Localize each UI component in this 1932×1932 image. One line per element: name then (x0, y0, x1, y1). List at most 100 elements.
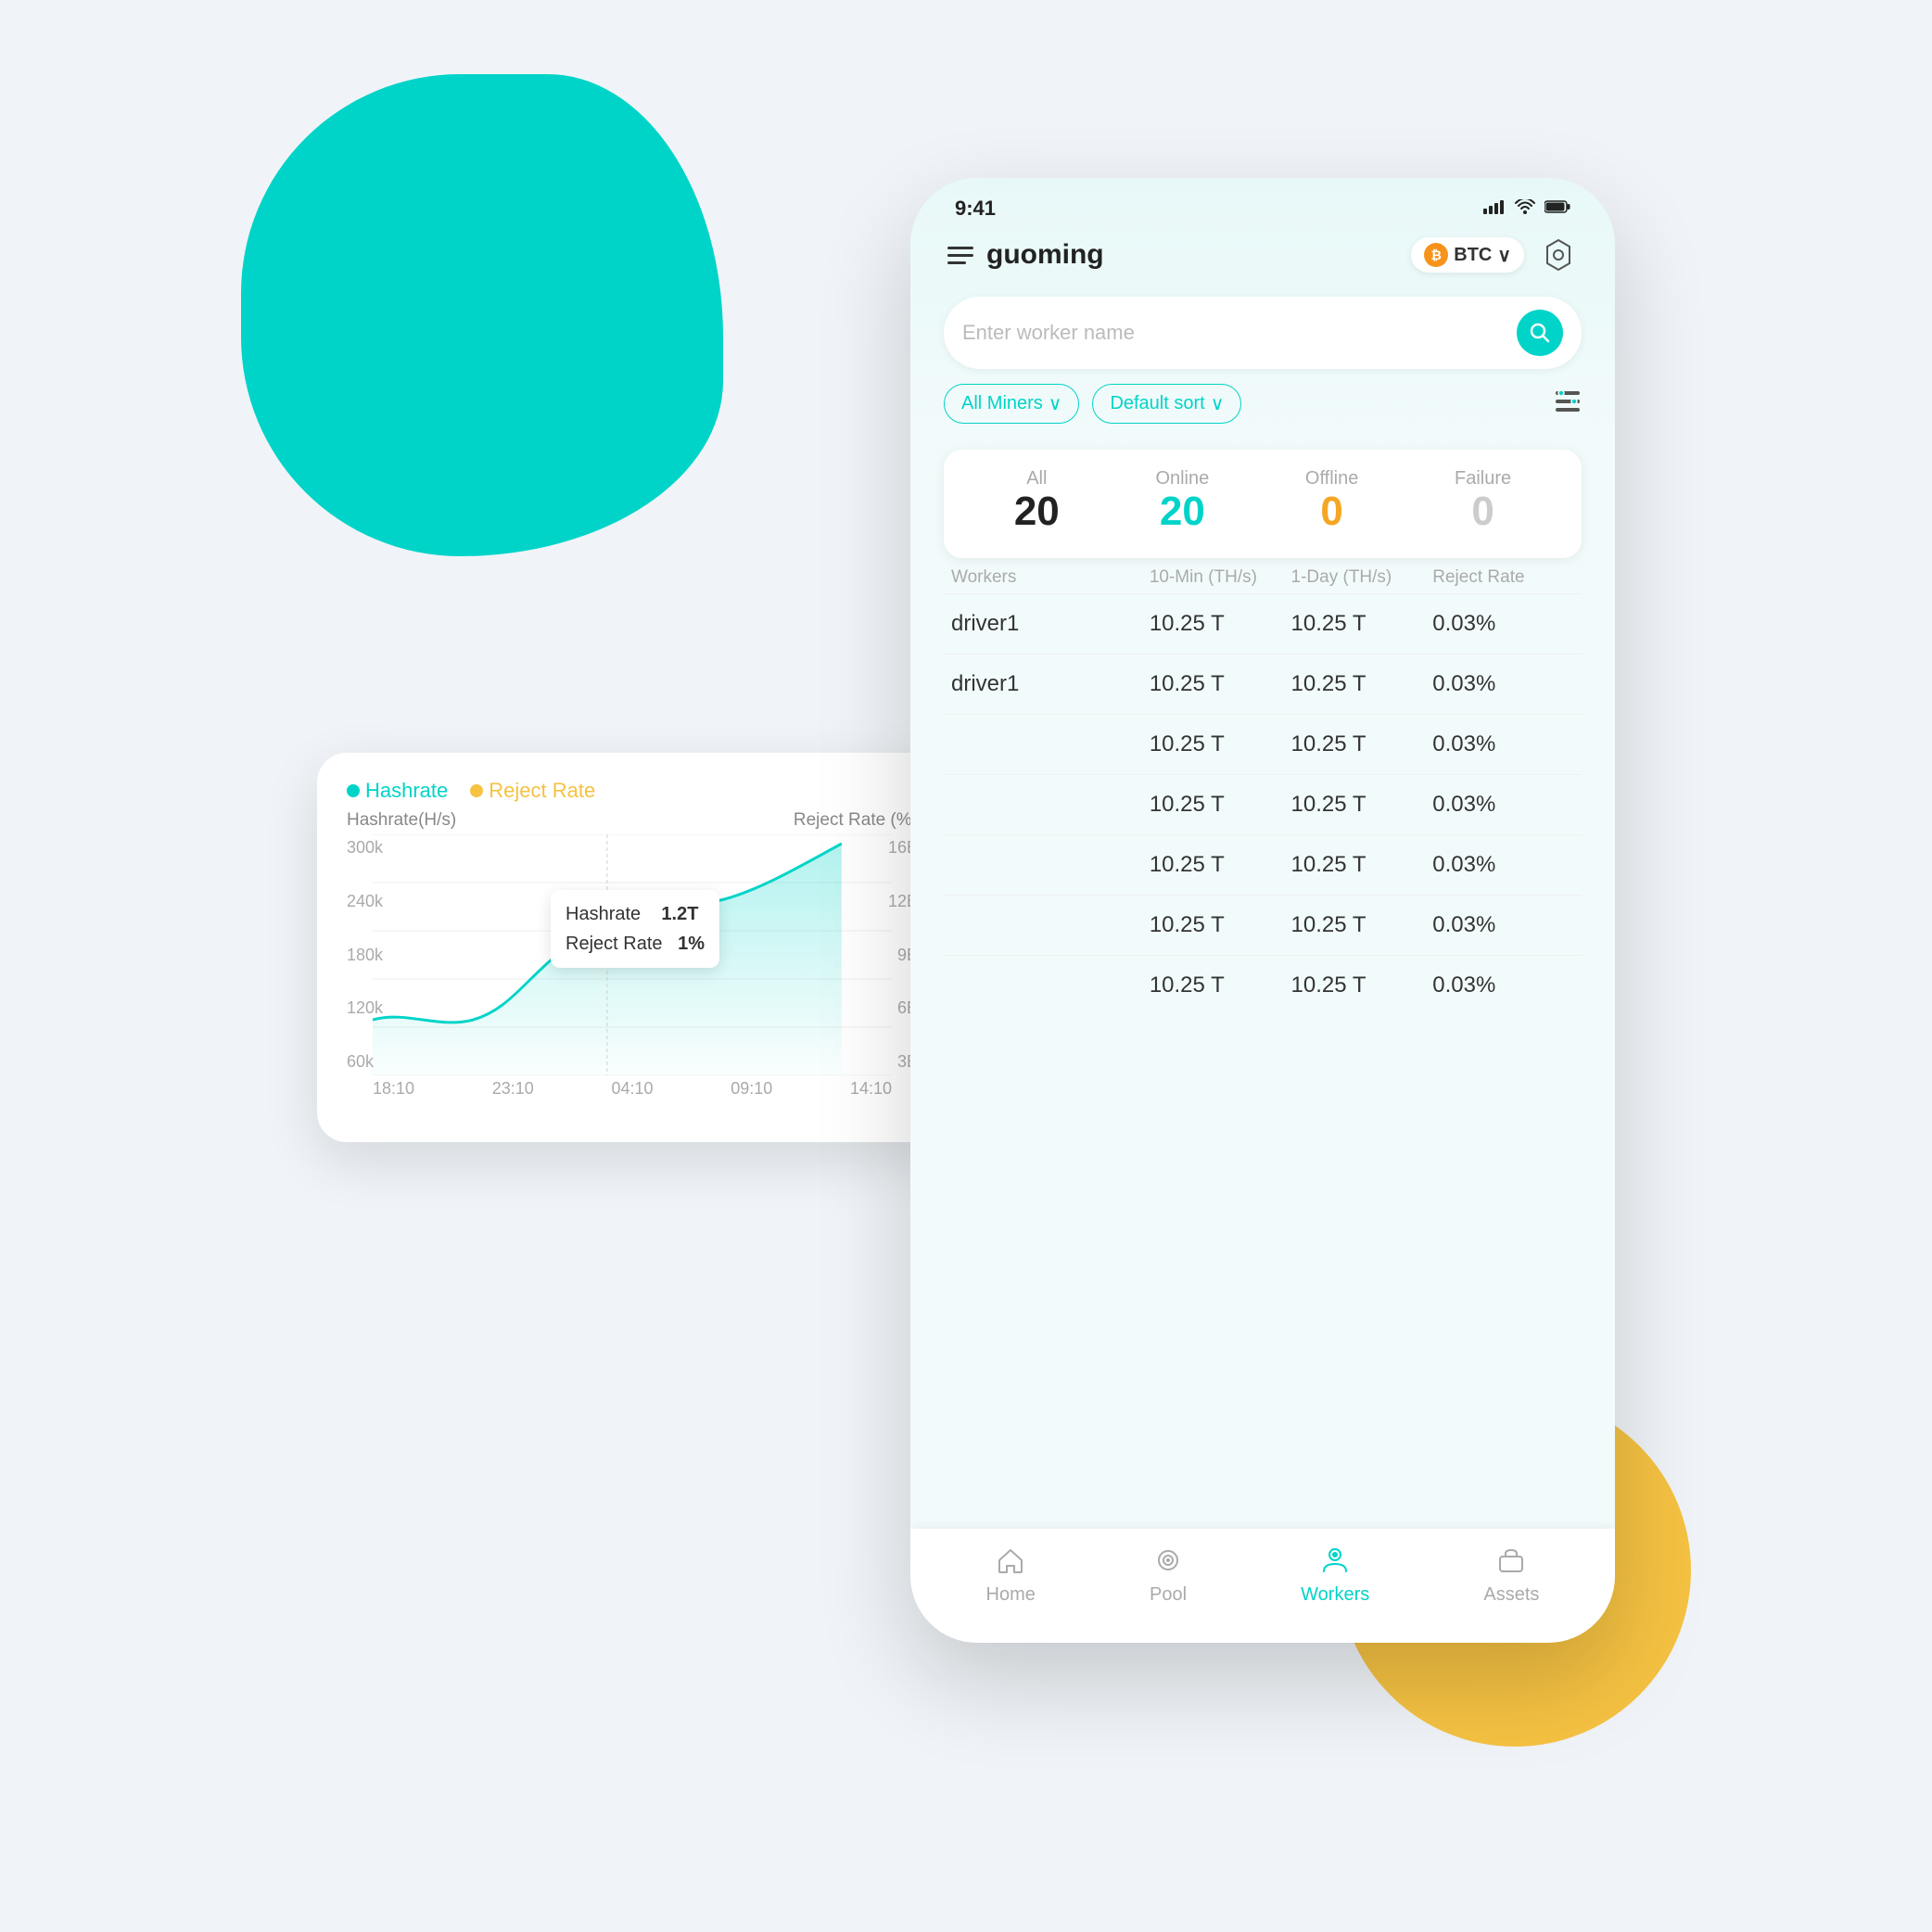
nav-home[interactable]: Home (986, 1547, 1036, 1606)
column-settings-icon[interactable] (1554, 388, 1582, 421)
worker-ten-min: 10.25 T (1150, 972, 1291, 998)
miners-filter-chevron: ∨ (1049, 392, 1062, 415)
nav-pool[interactable]: Pool (1150, 1547, 1187, 1606)
hashrate-legend: Hashrate (347, 779, 448, 803)
stat-offline-label: Offline (1305, 468, 1358, 489)
wifi-icon (1515, 198, 1535, 220)
stat-online-label: Online (1155, 468, 1209, 489)
table-row[interactable]: 10.25 T 10.25 T 0.03% (944, 834, 1582, 895)
header-title: guoming (986, 239, 1104, 271)
header-right: ₿ BTC ∨ (1411, 235, 1578, 274)
worker-name (951, 731, 1150, 757)
stat-offline[interactable]: Offline 0 (1305, 468, 1358, 534)
worker-reject: 0.03% (1432, 671, 1574, 697)
worker-one-day: 10.25 T (1291, 731, 1433, 757)
th-one-day: 1-Day (TH/s) (1291, 567, 1433, 588)
worker-one-day: 10.25 T (1291, 792, 1433, 818)
table-rows-container: driver1 10.25 T 10.25 T 0.03% driver1 10… (944, 593, 1582, 1015)
worker-name (951, 912, 1150, 938)
hashrate-dot (347, 784, 360, 797)
tooltip-hashrate-value: 1.2T (661, 904, 698, 924)
status-icons (1483, 198, 1570, 220)
stat-all-value: 20 (1014, 489, 1060, 534)
worker-name (951, 972, 1150, 998)
hamburger-line-1 (947, 247, 973, 249)
table-row[interactable]: 10.25 T 10.25 T 0.03% (944, 895, 1582, 955)
table-row[interactable]: driver1 10.25 T 10.25 T 0.03% (944, 654, 1582, 714)
y-labels-left: 300k 240k 180k 120k 60k (347, 834, 383, 1075)
nav-workers[interactable]: Workers (1301, 1547, 1369, 1606)
stats-card: All 20 Online 20 Offline 0 Failure 0 (944, 450, 1582, 558)
search-button[interactable] (1517, 310, 1563, 356)
tooltip-reject-rate: Reject Rate 1% (566, 929, 705, 959)
signal-icon (1483, 198, 1506, 220)
stat-failure-value: 0 (1455, 489, 1511, 534)
worker-one-day: 10.25 T (1291, 671, 1433, 697)
table-row[interactable]: driver1 10.25 T 10.25 T 0.03% (944, 593, 1582, 654)
stat-failure[interactable]: Failure 0 (1455, 468, 1511, 534)
phone-header: guoming ₿ BTC ∨ (910, 228, 1615, 289)
worker-ten-min: 10.25 T (1150, 792, 1291, 818)
search-placeholder[interactable]: Enter worker name (962, 321, 1517, 345)
worker-name: driver1 (951, 611, 1150, 637)
worker-one-day: 10.25 T (1291, 912, 1433, 938)
table-row[interactable]: 10.25 T 10.25 T 0.03% (944, 774, 1582, 834)
phone-frame: 9:41 (910, 178, 1615, 1643)
battery-icon (1544, 198, 1570, 220)
worker-ten-min: 10.25 T (1150, 852, 1291, 878)
worker-table: Workers 10-Min (TH/s) 1-Day (TH/s) Rejec… (944, 558, 1582, 1529)
worker-reject: 0.03% (1432, 792, 1574, 818)
workers-icon (1320, 1547, 1350, 1579)
th-workers: Workers (951, 567, 1150, 588)
hamburger-line-2 (947, 254, 973, 257)
filter-row: All Miners ∨ Default sort ∨ (910, 384, 1615, 439)
reject-rate-legend: Reject Rate (470, 779, 595, 803)
y-axis-right-label: Reject Rate (%) (794, 810, 918, 831)
stat-failure-label: Failure (1455, 468, 1511, 489)
miners-filter[interactable]: All Miners ∨ (944, 384, 1079, 424)
settings-icon[interactable] (1539, 235, 1578, 274)
reject-rate-dot (470, 784, 483, 797)
workers-label: Workers (1301, 1584, 1369, 1606)
btc-icon: ₿ (1424, 243, 1448, 267)
table-row[interactable]: 10.25 T 10.25 T 0.03% (944, 955, 1582, 1015)
stat-all[interactable]: All 20 (1014, 468, 1060, 534)
worker-reject: 0.03% (1432, 912, 1574, 938)
pool-icon (1154, 1547, 1182, 1579)
stat-all-label: All (1014, 468, 1060, 489)
table-row[interactable]: 10.25 T 10.25 T 0.03% (944, 714, 1582, 774)
phone-top-area: 9:41 (910, 178, 1615, 446)
hamburger-icon[interactable] (947, 247, 973, 264)
scene-container: Hashrate Reject Rate Hashrate(H/s) Rejec… (317, 178, 1615, 1754)
worker-ten-min: 10.25 T (1150, 731, 1291, 757)
worker-one-day: 10.25 T (1291, 852, 1433, 878)
stat-offline-value: 0 (1305, 489, 1358, 534)
stat-online[interactable]: Online 20 (1155, 468, 1209, 534)
worker-name: driver1 (951, 671, 1150, 697)
stat-online-value: 20 (1155, 489, 1209, 534)
tooltip-reject-label: Reject Rate (566, 934, 663, 954)
bottom-nav: Home Pool (910, 1529, 1615, 1643)
worker-reject: 0.03% (1432, 611, 1574, 637)
worker-reject: 0.03% (1432, 852, 1574, 878)
reject-rate-legend-label: Reject Rate (489, 779, 595, 803)
th-ten-min: 10-Min (TH/s) (1150, 567, 1291, 588)
hashrate-legend-label: Hashrate (365, 779, 448, 803)
sort-filter-label: Default sort (1110, 393, 1204, 414)
chart-card: Hashrate Reject Rate Hashrate(H/s) Rejec… (317, 753, 947, 1142)
worker-ten-min: 10.25 T (1150, 671, 1291, 697)
home-icon (997, 1547, 1024, 1579)
hamburger-line-3 (947, 261, 966, 264)
chart-legend: Hashrate Reject Rate (347, 779, 918, 803)
status-time: 9:41 (955, 197, 996, 221)
currency-chevron: ∨ (1497, 244, 1511, 267)
currency-badge[interactable]: ₿ BTC ∨ (1411, 237, 1524, 273)
sort-filter-chevron: ∨ (1211, 392, 1225, 415)
worker-ten-min: 10.25 T (1150, 611, 1291, 637)
nav-assets[interactable]: Assets (1483, 1547, 1539, 1606)
worker-ten-min: 10.25 T (1150, 912, 1291, 938)
search-bar: Enter worker name (944, 297, 1582, 369)
stats-row: All 20 Online 20 Offline 0 Failure 0 (966, 468, 1559, 534)
sort-filter[interactable]: Default sort ∨ (1092, 384, 1241, 424)
th-reject-rate: Reject Rate (1432, 567, 1574, 588)
